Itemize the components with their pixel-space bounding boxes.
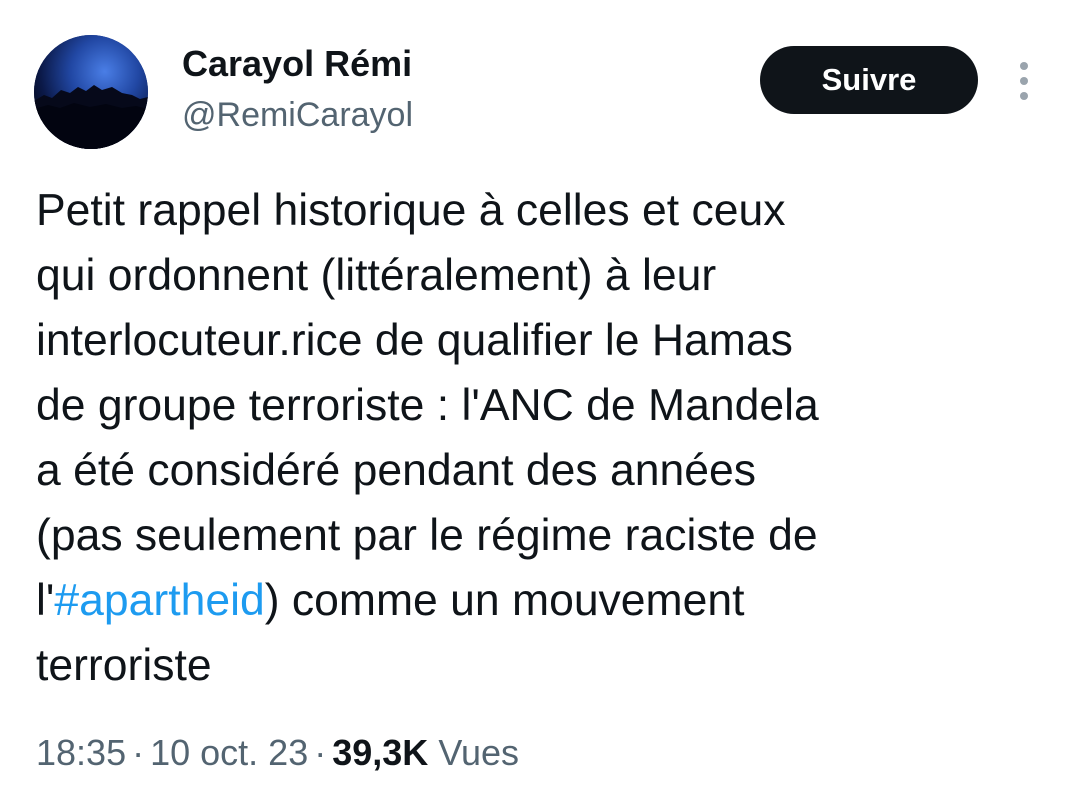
tweet-text-line: de groupe terroriste : l'ANC de Mandela	[36, 381, 819, 430]
tweet-text-line: interlocuteur.rice de qualifier le Hamas	[36, 316, 793, 365]
tweet-text-line: qui ordonnent (littéralement) à leur	[36, 251, 717, 300]
tweet-meta: 18:35 · 10 oct. 23 · 39,3K Vues	[36, 728, 519, 778]
views-count: 39,3K	[332, 732, 429, 773]
tweet-date[interactable]: 10 oct. 23	[150, 732, 308, 773]
tweet-text-line: Petit rappel historique à celles et ceux	[36, 186, 786, 235]
profile-avatar[interactable]	[34, 35, 148, 149]
hashtag-link[interactable]: #apartheid	[54, 576, 264, 625]
meta-separator: ·	[132, 732, 145, 773]
meta-separator: ·	[314, 732, 327, 773]
tweet-time[interactable]: 18:35	[36, 732, 126, 773]
tweet-text-line: l'#apartheid) comme un mouvement	[36, 568, 1046, 633]
views-label: Vues	[438, 732, 520, 773]
author-display-name[interactable]: Carayol Rémi	[182, 42, 412, 86]
more-options-button[interactable]	[1008, 58, 1040, 104]
follow-button[interactable]: Suivre	[760, 46, 978, 114]
tweet-text-fragment: l'	[36, 576, 55, 625]
tweet-text-line: a été considéré pendant des années	[36, 446, 756, 495]
tweet-text: Petit rappel historique à celles et ceux…	[36, 178, 1046, 698]
profile-avatar-icon	[34, 35, 148, 149]
tweet-card: Carayol Rémi @RemiCarayol Suivre Petit r…	[0, 0, 1080, 800]
author-handle[interactable]: @RemiCarayol	[182, 94, 413, 136]
tweet-text-fragment: ) comme un mouvement	[264, 576, 745, 625]
tweet-text-line: (pas seulement par le régime raciste de	[36, 511, 818, 560]
tweet-text-line: terroriste	[36, 641, 212, 690]
